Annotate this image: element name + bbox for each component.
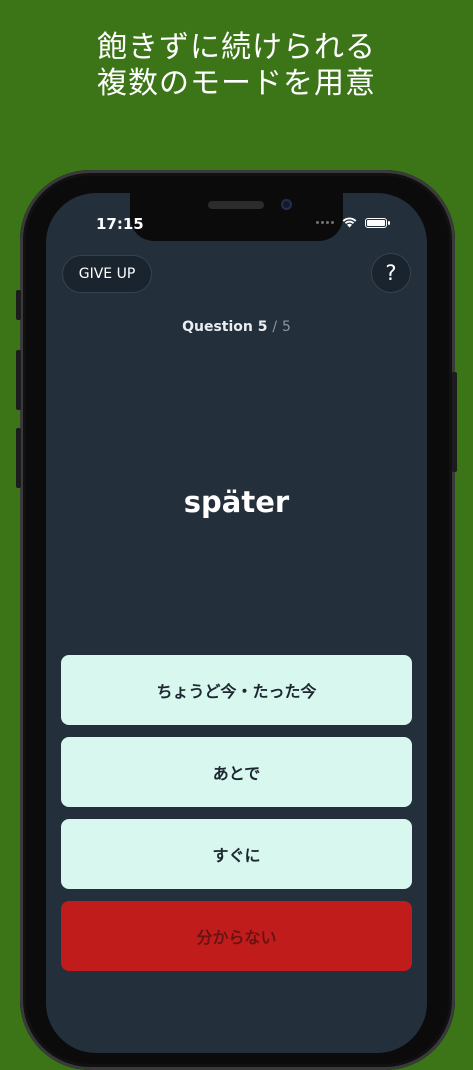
status-icons <box>316 217 390 228</box>
answer-option-3[interactable]: すぐに <box>61 819 412 889</box>
signal-dots-icon <box>316 221 334 224</box>
headline-line-2: 複数のモードを用意 <box>97 66 376 101</box>
question-progress: Question 5 / 5 <box>46 319 427 335</box>
progress-current: 5 <box>257 319 268 335</box>
answer-option-2[interactable]: あとで <box>61 737 412 807</box>
answer-option-1[interactable]: ちょうど今・たった今 <box>61 655 412 725</box>
progress-total: 5 <box>281 319 291 335</box>
battery-icon <box>365 217 390 228</box>
phone-volume-up <box>16 350 21 410</box>
progress-label: Question <box>182 319 253 335</box>
wifi-icon <box>342 217 357 228</box>
phone-power-button <box>452 372 457 472</box>
front-camera <box>281 199 292 210</box>
give-up-button[interactable]: GIVE UP <box>62 255 152 293</box>
help-button[interactable]: ? <box>371 253 411 293</box>
app-screen: 17:15 GIVE UP ? Question 5 / 5 später ちょ… <box>46 193 427 1053</box>
dont-know-button[interactable]: 分からない <box>61 901 412 971</box>
phone-side-button <box>16 290 21 320</box>
notch <box>130 193 343 241</box>
quiz-word: später <box>183 485 290 519</box>
promo-headline: 飽きずに続けられる 複数のモードを用意 <box>0 30 473 102</box>
speaker-grille <box>208 201 264 209</box>
status-time: 17:15 <box>96 215 144 233</box>
progress-separator: / <box>272 319 278 335</box>
phone-volume-down <box>16 428 21 488</box>
headline-line-1: 飽きずに続けられる <box>97 30 376 65</box>
